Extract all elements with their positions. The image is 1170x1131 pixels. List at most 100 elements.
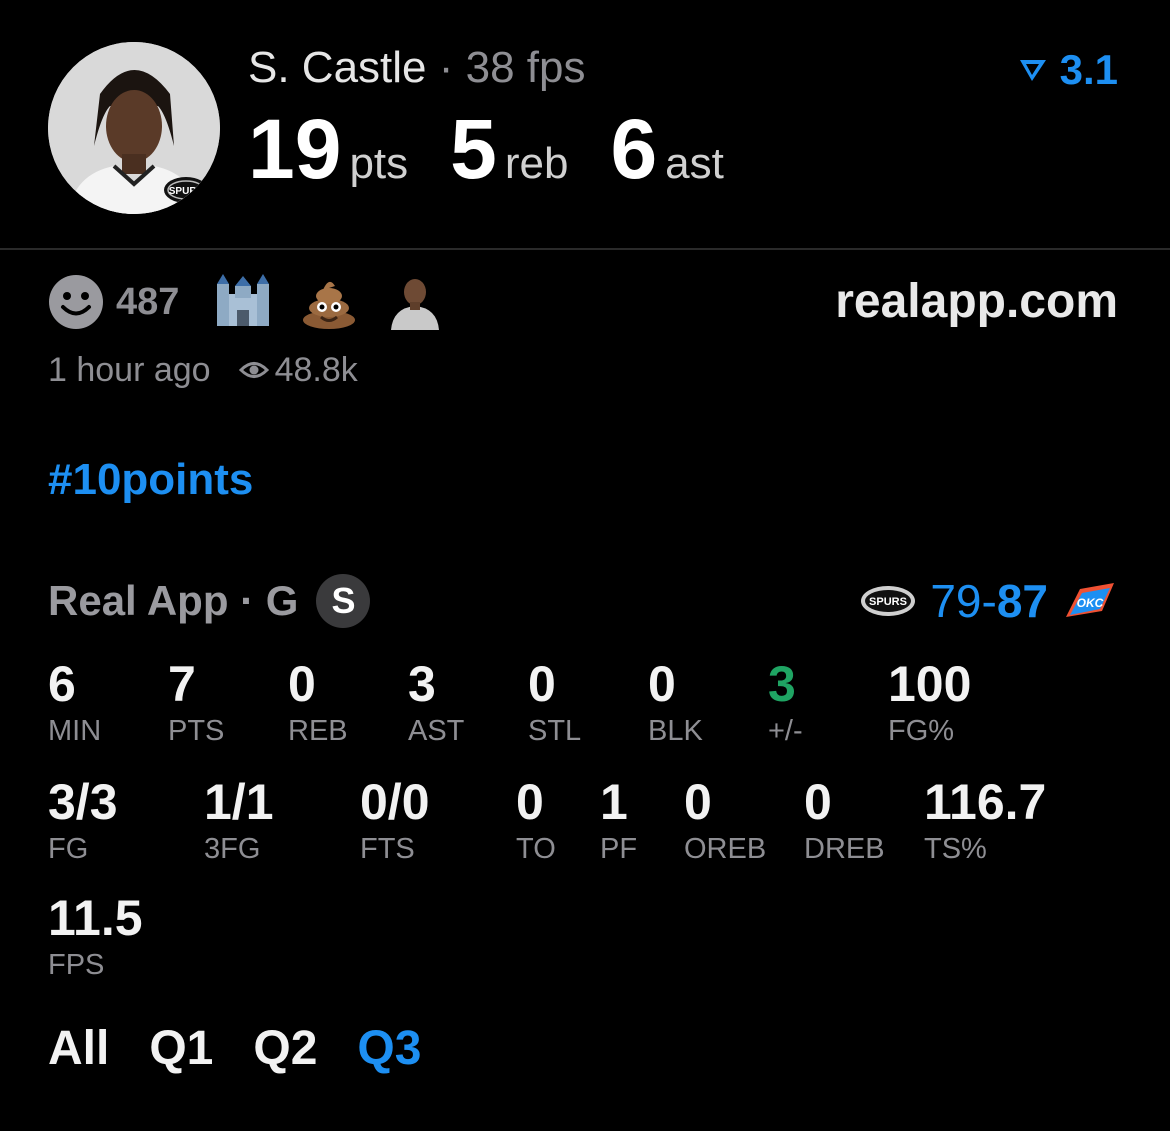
stat-fg-pct: 100 FG% — [888, 656, 971, 748]
tab-q1[interactable]: Q1 — [149, 1021, 213, 1076]
player-photo: SPURS — [48, 42, 220, 214]
stat-min: 6 MIN — [48, 656, 101, 748]
stat-value: 6 — [48, 656, 76, 712]
smiley-icon — [49, 275, 103, 329]
tab-q3[interactable]: Q3 — [357, 1021, 421, 1076]
stat-ts-pct: 116.7 TS% — [924, 774, 1046, 866]
views-value: 48.8k — [274, 350, 358, 389]
stat-to: 0 TO — [516, 774, 556, 866]
stat-reb: 0 REB — [288, 656, 348, 748]
away-score: 87 — [996, 575, 1048, 627]
stat-label: PF — [600, 833, 638, 865]
tab-q2[interactable]: Q2 — [253, 1021, 317, 1076]
stat-label: TO — [516, 833, 556, 865]
season-stat-line: 19 pts 5 reb 6 ast — [248, 104, 766, 194]
stat-value: 0 — [288, 656, 316, 712]
stat-plus-minus: 3 +/- — [768, 656, 803, 748]
stat-blk: 0 BLK — [648, 656, 703, 748]
stat-value: 100 — [888, 656, 972, 712]
stat-3fg: 1/1 3FG — [204, 774, 274, 866]
stat-fts: 0/0 FTS — [360, 774, 430, 866]
stat-value: 0 — [516, 774, 544, 830]
stat-pf: 1 PF — [600, 774, 637, 866]
reaction-count: 487 — [116, 280, 180, 323]
stat-label: MIN — [48, 715, 102, 747]
tab-all[interactable]: All — [48, 1021, 109, 1076]
stat-label: 3FG — [204, 833, 261, 865]
player-fps: 38 fps — [465, 43, 586, 92]
person-icon — [391, 279, 440, 330]
spurs-logo-icon: SPURS — [861, 586, 916, 616]
stat-value: 116.7 — [924, 774, 1047, 830]
stat-value: 1/1 — [204, 774, 274, 830]
stat-label: OREB — [684, 833, 767, 865]
stat-value: 0/0 — [360, 774, 430, 830]
stat-label: +/- — [768, 715, 803, 747]
player-name[interactable]: S. Castle — [248, 43, 427, 92]
stat-label: FG — [48, 833, 89, 865]
game-source: Real App · G S — [48, 574, 371, 628]
score-dash: - — [981, 575, 997, 627]
stat-fg: 3/3 FG — [48, 774, 118, 866]
rating-value: 3.1 — [1059, 46, 1118, 93]
rebounds-value: 5 — [450, 102, 497, 196]
site-link[interactable]: realapp.com — [835, 272, 1118, 332]
stat-value: 0 — [804, 774, 832, 830]
stat-pts: 7 PTS — [168, 656, 224, 748]
stat-label: AST — [408, 715, 465, 747]
castle-emoji[interactable] — [215, 274, 271, 330]
source-label: Real App · G — [48, 577, 299, 624]
s-badge[interactable]: S — [316, 574, 371, 628]
stat-fps: 11.5 FPS — [48, 890, 143, 982]
stat-label: REB — [288, 715, 348, 747]
castle-icon — [217, 274, 270, 326]
home-score: 79 — [930, 575, 982, 627]
poop-emoji[interactable] — [301, 274, 357, 330]
reactions-row: 487 — [48, 274, 473, 330]
stat-dreb: 0 DREB — [804, 774, 885, 866]
person-avatar[interactable] — [387, 274, 443, 330]
post-meta: 1 hour ago 48.8k — [48, 348, 358, 392]
stat-label: FG% — [888, 715, 955, 747]
away-logo-text: OKC — [1077, 596, 1104, 610]
player-avatar[interactable]: SPURS — [48, 42, 220, 214]
stat-oreb: 0 OREB — [684, 774, 766, 866]
stat-value: 11.5 — [48, 890, 143, 946]
jersey-logo-text: SPURS — [169, 186, 204, 197]
stat-label: STL — [528, 715, 582, 747]
header-divider — [0, 248, 1170, 250]
home-logo-text: SPURS — [869, 596, 907, 608]
score-text: 79-87 — [930, 574, 1048, 628]
rating-badge[interactable]: 3.1 — [1018, 44, 1118, 96]
stat-label: FPS — [48, 949, 105, 981]
real-logo-icon — [1019, 60, 1046, 81]
stat-value: 0 — [684, 774, 712, 830]
reaction-button[interactable]: 487 — [48, 274, 179, 330]
player-header: S. Castle · 38 fps — [248, 42, 586, 94]
eye-icon — [238, 362, 269, 378]
stat-ast: 3 AST — [408, 656, 464, 748]
stat-stl: 0 STL — [528, 656, 581, 748]
stat-value: 1 — [600, 774, 628, 830]
stat-label: FTS — [360, 833, 415, 865]
stat-value: 7 — [168, 656, 196, 712]
stat-value: 3 — [768, 656, 796, 712]
stat-value: 3 — [408, 656, 436, 712]
view-count: 48.8k — [238, 350, 358, 390]
stat-value: 0 — [648, 656, 676, 712]
stat-value: 0 — [528, 656, 556, 712]
stat-label: PTS — [168, 715, 225, 747]
stat-value: 3/3 — [48, 774, 118, 830]
poop-icon — [303, 281, 356, 329]
game-score[interactable]: SPURS 79-87 OKC — [860, 574, 1118, 628]
assists-value: 6 — [610, 102, 658, 196]
stat-label: BLK — [648, 715, 703, 747]
points-value: 19 — [248, 102, 342, 196]
points-unit: pts — [349, 139, 409, 188]
okc-logo-icon: OKC — [1066, 583, 1114, 617]
assists-unit: ast — [665, 139, 724, 188]
time-ago: 1 hour ago — [48, 350, 211, 389]
quarter-tabs: All Q1 Q2 Q3 — [48, 1020, 421, 1076]
hashtag-link[interactable]: #10points — [48, 452, 253, 508]
separator: · — [438, 43, 454, 92]
